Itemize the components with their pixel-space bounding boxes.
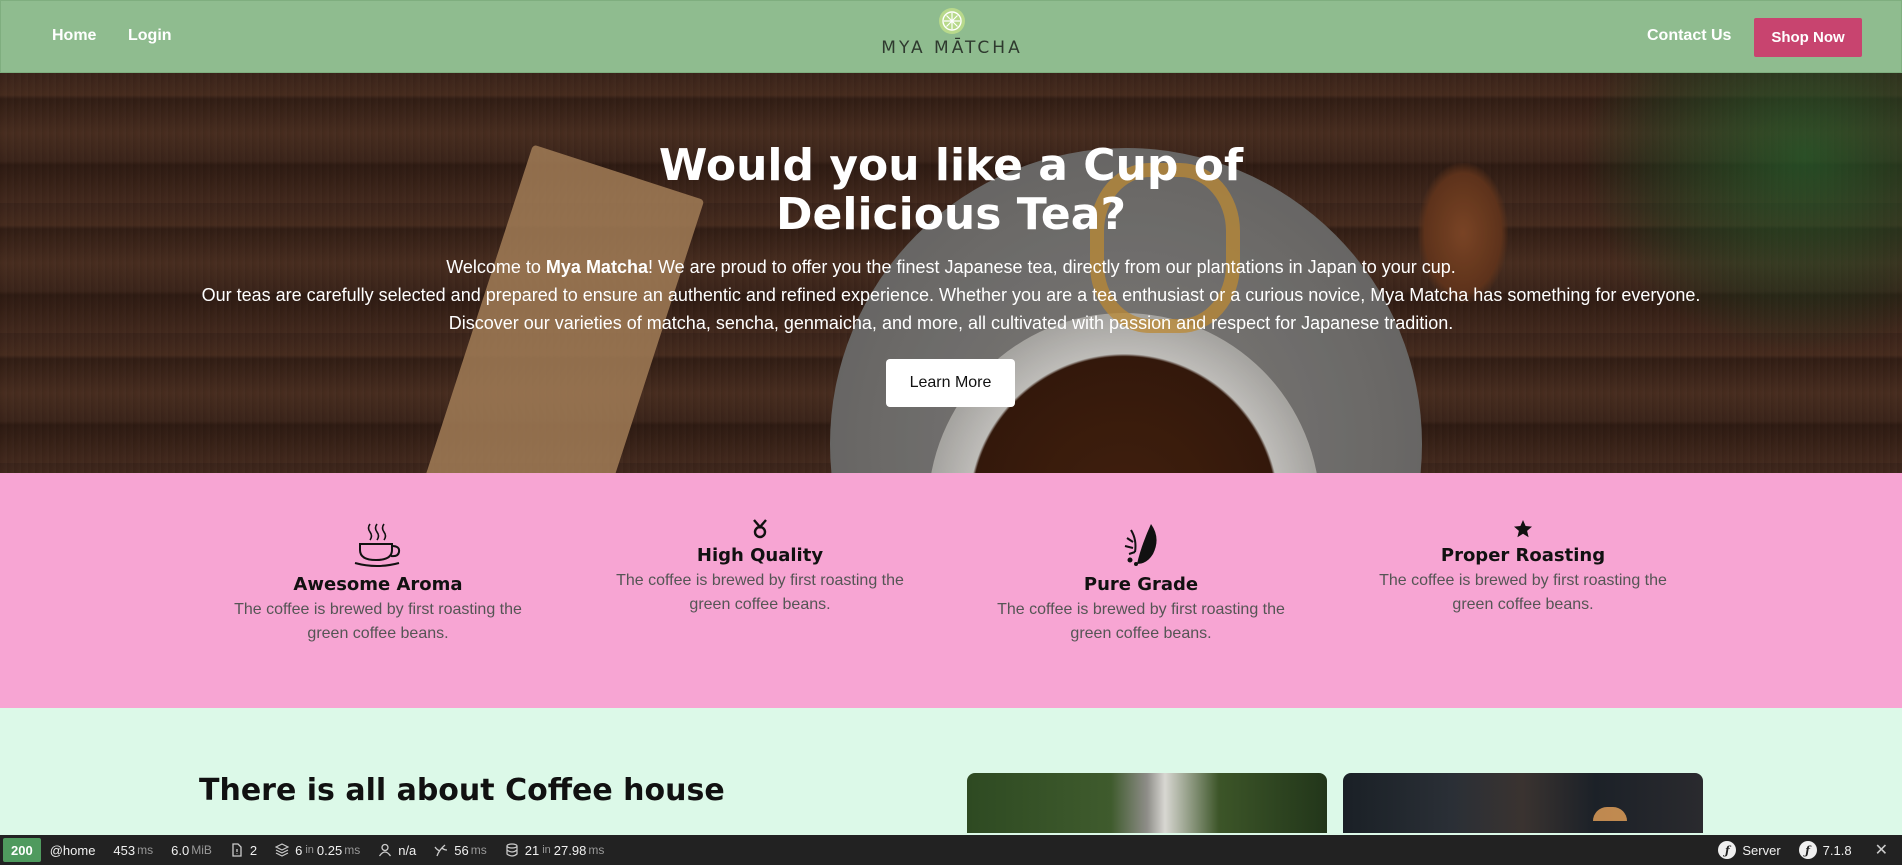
leaf-icon	[1124, 524, 1157, 566]
symfony-logo-icon: ƒ	[1798, 841, 1817, 859]
feature-description: The coffee is brewed by first roasting t…	[1379, 572, 1667, 613]
cache-time: 0.25	[316, 842, 343, 858]
brand-logo[interactable]: MYA MĀTCHA	[874, 7, 1030, 71]
twig-unit: ms	[470, 843, 487, 857]
debug-toolbar: 200 @home 453 ms 6.0 MiB 2 6 in 0.25 ms …	[0, 835, 1902, 865]
memory-unit: MiB	[191, 843, 212, 857]
version-label: 7.1.8	[1822, 842, 1852, 858]
toolbar-right: ƒ Server ƒ 7.1.8 ✕	[1709, 835, 1902, 865]
feature-description: The coffee is brewed by first roasting t…	[234, 601, 522, 642]
twig-icon	[434, 844, 448, 857]
about-photo-elder-tea	[967, 773, 1327, 833]
medal-icon	[753, 519, 767, 539]
feature-pure-grade: Pure Grade The coffee is brewed by first…	[971, 522, 1311, 646]
memory-value: 6.0	[171, 842, 190, 858]
memory-usage[interactable]: 6.0 MiB	[162, 835, 221, 865]
coffee-cup-icon	[354, 523, 401, 567]
feature-title: Pure Grade	[1083, 574, 1199, 595]
brand-name: MYA MĀTCHA	[881, 38, 1023, 58]
lamp-decoration	[1593, 807, 1627, 821]
symfony-icon: ƒ	[1718, 841, 1737, 859]
logs-count: 2	[249, 842, 258, 858]
hero-line-1: Welcome to Mya Matcha! We are proud to o…	[60, 253, 1842, 281]
hero-brand-name: Mya Matcha	[545, 257, 648, 277]
database-icon	[506, 843, 518, 857]
user-value: n/a	[398, 842, 417, 858]
features-section: Awesome Aroma The coffee is brewed by fi…	[0, 473, 1902, 708]
document-icon	[232, 843, 242, 857]
hero-line-1-pre: Welcome to	[446, 257, 546, 277]
feature-high-quality: High Quality The coffee is brewed by fir…	[590, 519, 930, 617]
request-time-value: 453	[113, 842, 136, 858]
db-time: 27.98	[553, 842, 587, 858]
shop-now-button[interactable]: Shop Now	[1754, 18, 1862, 57]
feature-title: Proper Roasting	[1440, 545, 1606, 566]
request-time[interactable]: 453 ms	[104, 835, 162, 865]
close-toolbar-icon[interactable]: ✕	[1861, 835, 1902, 865]
cache-in: in	[305, 844, 314, 856]
cache-unit: ms	[344, 843, 361, 857]
db-count: 21	[524, 842, 540, 858]
status-code-badge[interactable]: 200	[3, 838, 41, 862]
feature-awesome-aroma: Awesome Aroma The coffee is brewed by fi…	[208, 522, 548, 646]
feature-description: The coffee is brewed by first roasting t…	[616, 572, 904, 613]
hero-line-1-post: ! We are proud to offer you the finest J…	[647, 257, 1456, 277]
twig-panel[interactable]: 56 ms	[425, 835, 495, 865]
hero-line-3: Discover our varieties of matcha, sencha…	[448, 313, 1454, 333]
hero-description: Welcome to Mya Matcha! We are proud to o…	[60, 253, 1842, 337]
db-unit: ms	[588, 843, 605, 857]
nav-home-link[interactable]: Home	[52, 27, 96, 45]
about-section-title: There is all about Coffee house	[199, 773, 725, 808]
feature-title: High Quality	[696, 545, 824, 566]
logs-panel[interactable]: 2	[221, 835, 266, 865]
request-time-unit: ms	[137, 843, 154, 857]
server-info[interactable]: ƒ Server	[1709, 835, 1789, 865]
about-photo-cafe	[1343, 773, 1703, 833]
database-panel[interactable]: 21 in 27.98 ms	[496, 835, 614, 865]
nav-login-link[interactable]: Login	[128, 27, 172, 45]
hero-line-2: Our teas are carefully selected and prep…	[201, 285, 1701, 305]
feature-description: The coffee is brewed by first roasting t…	[997, 601, 1285, 642]
db-in: in	[542, 844, 551, 856]
star-icon	[1514, 520, 1532, 538]
navbar: Home Login MYA MĀTCHA Contact Us Shop No…	[0, 0, 1902, 73]
server-label: Server	[1742, 842, 1781, 858]
twig-value: 56	[454, 842, 469, 858]
security-panel[interactable]: n/a	[369, 835, 425, 865]
feature-proper-roasting: Proper Roasting The coffee is brewed by …	[1353, 519, 1693, 617]
route-name[interactable]: @home	[41, 835, 105, 865]
matcha-leaf-icon	[939, 8, 965, 34]
layers-icon	[275, 843, 290, 857]
nav-contact-link[interactable]: Contact Us	[1647, 27, 1731, 45]
cache-count: 6	[295, 842, 303, 858]
user-icon	[379, 843, 392, 857]
symfony-version[interactable]: ƒ 7.1.8	[1790, 835, 1861, 865]
cache-panel[interactable]: 6 in 0.25 ms	[266, 835, 369, 865]
hero-section: Would you like a Cup of Delicious Tea? W…	[0, 73, 1902, 473]
hero-title: Would you like a Cup of Delicious Tea?	[658, 140, 1244, 240]
feature-title: Awesome Aroma	[293, 574, 463, 595]
learn-more-button[interactable]: Learn More	[886, 359, 1015, 407]
